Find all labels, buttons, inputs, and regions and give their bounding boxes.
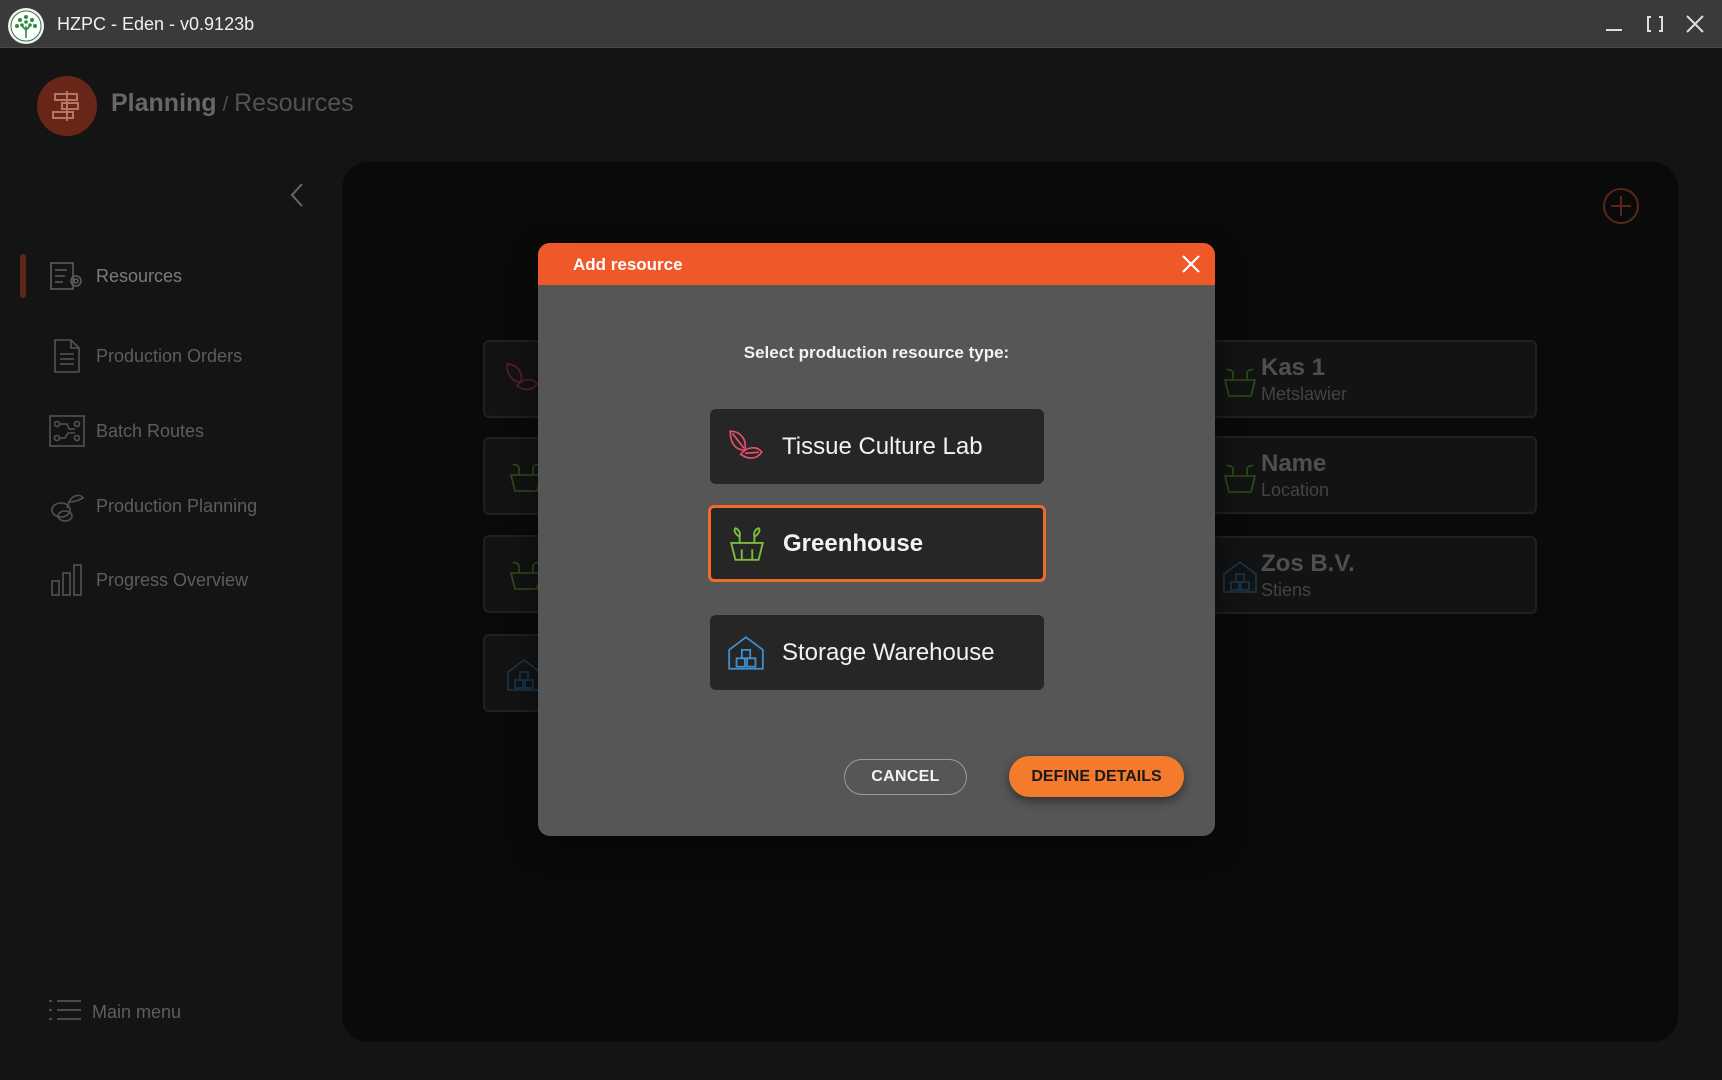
option-label: Tissue Culture Lab [782, 432, 983, 460]
option-label: Greenhouse [783, 529, 924, 557]
window-title: HZPC - Eden - v0.9123b [57, 14, 255, 34]
option-tissue-culture-lab[interactable]: Tissue Culture Lab [710, 409, 1044, 484]
maximize-icon[interactable] [1641, 10, 1669, 38]
option-label: Storage Warehouse [782, 638, 995, 666]
title-bar: HZPC - Eden - v0.9123b [0, 0, 1722, 48]
cancel-button[interactable]: CANCEL [844, 759, 967, 795]
warehouse-icon [724, 631, 768, 675]
close-dialog-icon[interactable] [1179, 252, 1203, 276]
dialog-title: Add resource [573, 255, 683, 274]
option-storage-warehouse[interactable]: Storage Warehouse [710, 615, 1044, 690]
leaf-icon [724, 425, 768, 469]
add-resource-dialog: Add resource Select production resource … [538, 243, 1215, 836]
define-details-button[interactable]: DEFINE DETAILS [1009, 756, 1184, 797]
tree-logo-icon [8, 8, 44, 44]
option-greenhouse[interactable]: Greenhouse [708, 505, 1046, 582]
dialog-header: Add resource [538, 243, 1215, 285]
dialog-prompt: Select production resource type: [743, 343, 1010, 362]
close-icon[interactable] [1681, 10, 1709, 38]
greenhouse-icon [725, 522, 769, 566]
minimize-icon[interactable] [1600, 10, 1628, 38]
